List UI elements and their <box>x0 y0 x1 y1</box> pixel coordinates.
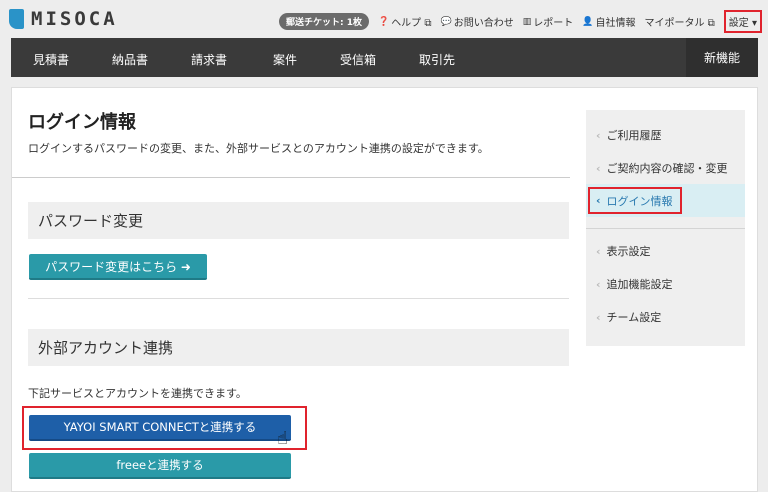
header: MISOCA 郵送チケット: 1枚 ❓ ヘルプ ⧉ 💬 お問い合わせ ▥ レポー… <box>0 0 768 38</box>
chevron-left-icon: ‹ <box>596 310 601 324</box>
company-info-link[interactable]: 👤 自社情報 <box>582 14 635 30</box>
password-section-heading: パスワード変更 <box>28 202 569 239</box>
my-portal-link[interactable]: マイポータル ⧉ <box>644 14 714 29</box>
chevron-left-icon: ‹ <box>596 244 601 258</box>
main-nav: 見積書 納品書 請求書 案件 受信箱 取引先 新機能 <box>11 38 758 77</box>
nav-new-features[interactable]: 新機能 <box>686 38 758 77</box>
page-description: ログインするパスワードの変更、また、外部サービスとのアカウント連携の設定ができま… <box>28 142 489 155</box>
highlight-frame <box>588 187 682 214</box>
chart-icon: ▥ <box>522 16 532 27</box>
nav-clients[interactable]: 取引先 <box>419 51 455 68</box>
divider <box>12 177 570 178</box>
help-link[interactable]: ❓ ヘルプ ⧉ <box>377 14 432 30</box>
freee-connect-button[interactable]: freeeと連携する <box>29 453 291 479</box>
chevron-left-icon: ‹ <box>596 161 601 175</box>
sidebar-item-team[interactable]: ‹ チーム設定 <box>586 307 745 327</box>
help-icon: ❓ <box>377 16 390 27</box>
logo-text: MISOCA <box>31 8 118 30</box>
divider <box>586 228 745 229</box>
chevron-left-icon: ‹ <box>596 277 601 291</box>
hand-cursor-icon: ☝ <box>277 428 288 449</box>
report-link[interactable]: ▥ レポート <box>522 14 574 30</box>
settings-dropdown[interactable]: 設定 ▾ <box>723 10 762 33</box>
misoca-logo[interactable]: MISOCA <box>9 8 118 30</box>
external-section-heading: 外部アカウント連携 <box>28 329 569 366</box>
external-section-subtext: 下記サービスとアカウントを連携できます。 <box>28 387 247 400</box>
divider <box>28 298 569 299</box>
sidebar-item-contract[interactable]: ‹ ご契約内容の確認・変更 <box>586 158 745 178</box>
change-password-button[interactable]: パスワード変更はこちら ➜ <box>29 254 207 280</box>
nav-projects[interactable]: 案件 <box>273 51 297 68</box>
nav-inbox[interactable]: 受信箱 <box>340 51 376 68</box>
sidebar-item-addons[interactable]: ‹ 追加機能設定 <box>586 274 745 294</box>
nav-invoices[interactable]: 請求書 <box>191 51 227 68</box>
sidebar-item-usage-history[interactable]: ‹ ご利用履歴 <box>586 125 745 145</box>
logo-mark-icon <box>9 9 24 29</box>
user-icon: 👤 <box>582 16 594 27</box>
mail-ticket-badge[interactable]: 郵送チケット: 1枚 <box>278 13 369 30</box>
main-content: ログイン情報 ログインするパスワードの変更、また、外部サービスとのアカウント連携… <box>11 87 758 492</box>
chat-icon: 💬 <box>440 16 452 27</box>
settings-sidebar: ‹ ご利用履歴 ‹ ご契約内容の確認・変更 ‹ ログイン情報 ‹ 表示設定 ‹ … <box>586 110 745 346</box>
page-title: ログイン情報 <box>28 112 136 133</box>
utility-links: 郵送チケット: 1枚 ❓ ヘルプ ⧉ 💬 お問い合わせ ▥ レポート 👤 自社情… <box>278 10 762 33</box>
nav-delivery-notes[interactable]: 納品書 <box>112 51 148 68</box>
yayoi-connect-button[interactable]: YAYOI SMART CONNECTと連携する <box>29 415 291 441</box>
contact-link[interactable]: 💬 お問い合わせ <box>440 14 514 30</box>
sidebar-item-display[interactable]: ‹ 表示設定 <box>586 241 745 261</box>
chevron-left-icon: ‹ <box>596 128 601 142</box>
nav-estimates[interactable]: 見積書 <box>33 51 69 68</box>
